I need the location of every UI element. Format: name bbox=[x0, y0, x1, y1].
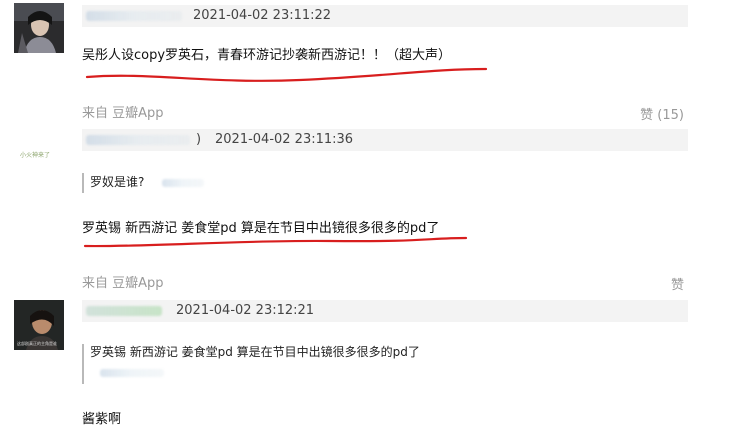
comment-source: 来自 豆瓣App bbox=[82, 276, 164, 291]
comment-header: ) 2021-04-02 23:11:36 bbox=[82, 129, 688, 151]
quoted-author-redacted bbox=[100, 368, 164, 377]
comment-header: 2021-04-02 23:12:21 bbox=[82, 300, 688, 322]
avatar[interactable]: 小火神来了 bbox=[14, 134, 64, 184]
comment-timestamp: 2021-04-02 23:11:22 bbox=[193, 8, 332, 23]
red-underline bbox=[85, 67, 488, 82]
avatar-image bbox=[14, 134, 64, 184]
comment-source: 来自 豆瓣App bbox=[82, 106, 164, 121]
avatar[interactable]: 这部剧真正的主角是谁 bbox=[14, 300, 64, 350]
like-button[interactable]: 赞 bbox=[600, 274, 684, 293]
like-button[interactable]: 赞 (15) bbox=[600, 104, 684, 123]
username-redacted[interactable] bbox=[86, 134, 190, 145]
comment-text: 罗英锡 新西游记 姜食堂pd 算是在节目中出镜很多很多的pd了 bbox=[82, 221, 440, 236]
comment-timestamp: 2021-04-02 23:12:21 bbox=[176, 303, 315, 318]
avatar[interactable] bbox=[14, 3, 64, 53]
comment-text: 酱紫啊 bbox=[82, 412, 122, 427]
username-redacted[interactable] bbox=[86, 305, 162, 316]
quoted-reply: 罗英锡 新西游记 姜食堂pd 算是在节目中出镜很多很多的pd了 bbox=[82, 344, 420, 384]
quoted-text: 罗英锡 新西游记 姜食堂pd 算是在节目中出镜很多很多的pd了 bbox=[90, 345, 420, 359]
quoted-author-redacted bbox=[162, 178, 205, 187]
username-suffix: ) bbox=[196, 132, 202, 147]
avatar-image bbox=[14, 3, 64, 53]
quoted-reply: 罗奴是谁? bbox=[82, 173, 205, 193]
comment-header: 2021-04-02 23:11:22 bbox=[82, 5, 688, 27]
comment-text: 吴彤人设copy罗英石，青春环游记抄袭新西游记！！（超大声） bbox=[82, 48, 452, 63]
avatar-label: 小火神来了 bbox=[20, 152, 51, 159]
avatar-caption: 这部剧真正的主角是谁 bbox=[17, 341, 57, 346]
red-underline bbox=[83, 236, 468, 248]
comment-timestamp: 2021-04-02 23:11:36 bbox=[215, 132, 354, 147]
quoted-text: 罗奴是谁? bbox=[90, 175, 145, 189]
username-redacted[interactable] bbox=[86, 10, 182, 21]
